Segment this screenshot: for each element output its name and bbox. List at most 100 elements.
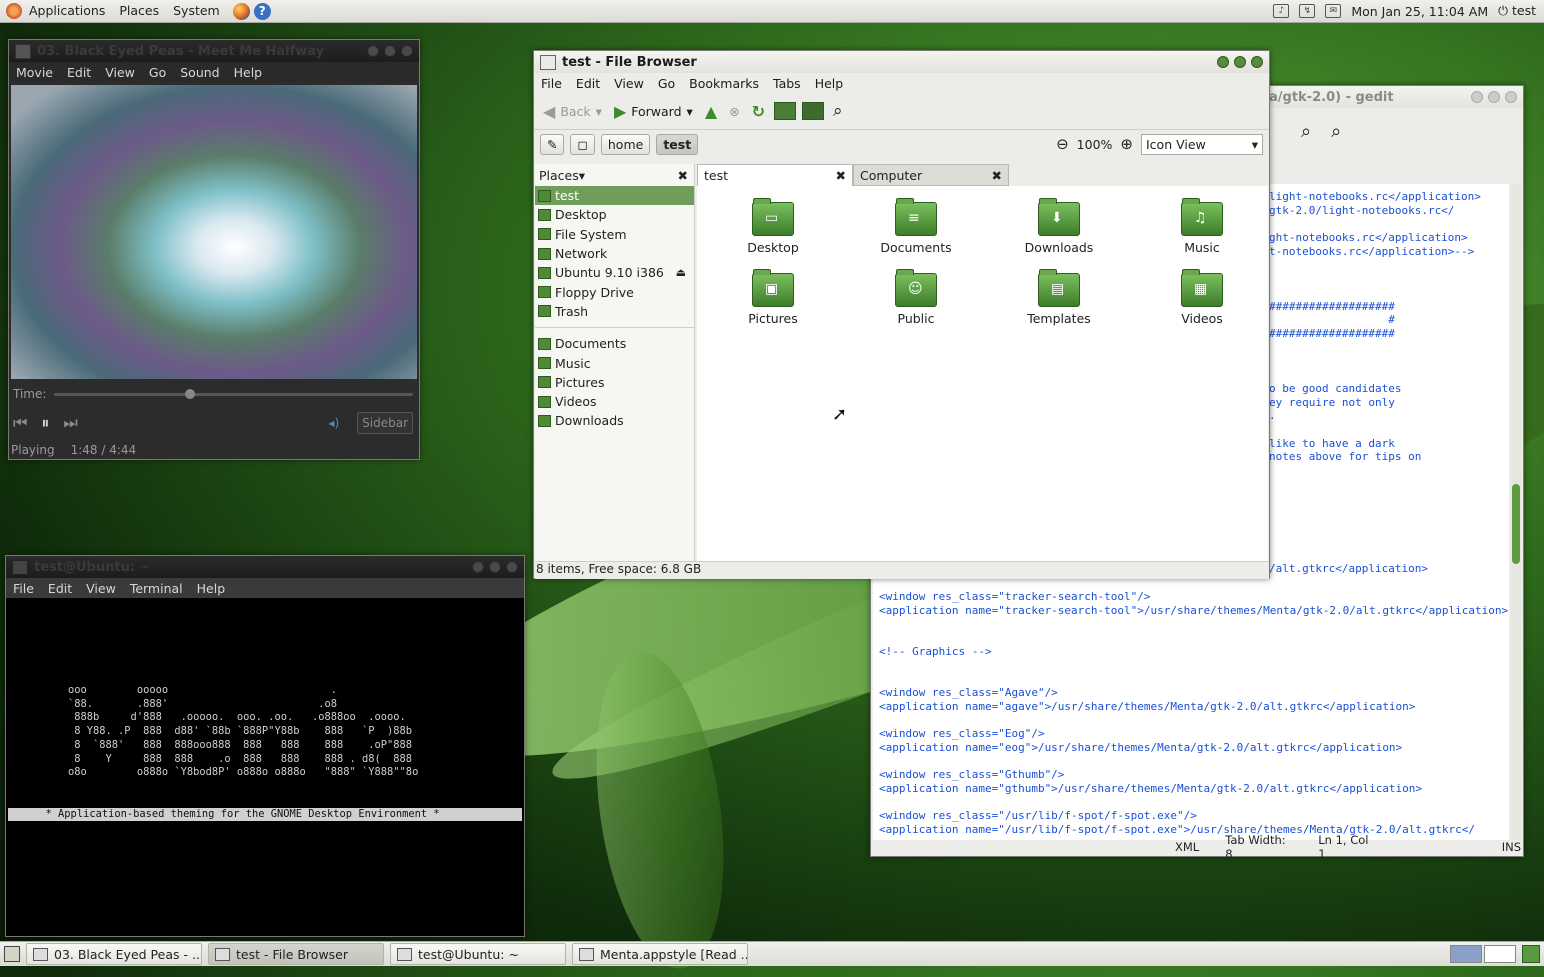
menu-help[interactable]: Help (227, 65, 270, 80)
minimize-button[interactable] (1217, 56, 1229, 68)
menu-bookmarks[interactable]: Bookmarks (682, 76, 766, 91)
language-selector[interactable]: XML (1175, 840, 1199, 854)
menu-movie[interactable]: Movie (9, 65, 60, 80)
crumb-test[interactable]: test (656, 133, 699, 155)
applications-menu[interactable]: Applications (22, 0, 112, 22)
places-header[interactable]: Places ▾ ✖ (535, 164, 694, 186)
sidebar-item-desktop[interactable]: Desktop (535, 205, 694, 224)
folder-item-public[interactable]: ☺ Public (866, 269, 966, 326)
folder-item-desktop[interactable]: ▭ Desktop (723, 198, 823, 255)
zoom-out-icon[interactable]: ⊖ (1056, 135, 1069, 153)
back-history-icon[interactable]: ▾ (596, 104, 602, 119)
view-mode-select[interactable]: Icon View ▾ (1141, 133, 1263, 155)
tab-width-selector[interactable]: Tab Width: 8 (1225, 833, 1292, 861)
taskbar-item[interactable]: Menta.appstyle [Read ... (572, 943, 748, 965)
menu-file[interactable]: File (6, 581, 41, 596)
icon-view[interactable]: ▭ Desktop ≡ Documents ⬇ Downloads ♫ Music ▣ Pictu… (697, 186, 1268, 561)
taskbar-item[interactable]: test@Ubuntu: ~ (390, 943, 566, 965)
menu-edit[interactable]: Edit (60, 65, 98, 80)
sidebar-item-downloads[interactable]: Downloads (535, 411, 694, 430)
workspace-1[interactable] (1450, 945, 1482, 963)
taskbar-item[interactable]: test - File Browser (208, 943, 384, 965)
menu-edit[interactable]: Edit (41, 581, 79, 596)
sidebar-button[interactable]: Sidebar (357, 412, 413, 434)
menu-view[interactable]: View (607, 76, 651, 91)
video-area[interactable] (11, 85, 417, 379)
menu-go[interactable]: Go (142, 65, 173, 80)
stop-icon[interactable]: ⊗ (726, 102, 742, 121)
find-replace-icon[interactable]: ⌕ (1331, 121, 1341, 142)
home-folder-icon[interactable] (774, 102, 797, 120)
clock[interactable]: Mon Jan 25, 11:04 AM (1351, 4, 1488, 19)
folder-item-downloads[interactable]: ⬇ Downloads (1009, 198, 1109, 255)
search-icon[interactable]: ⌕ (830, 99, 846, 123)
back-button[interactable]: ◀ Back ▾ (540, 100, 605, 123)
folder-item-videos[interactable]: ▦ Videos (1152, 269, 1252, 326)
minimize-button[interactable] (1471, 91, 1483, 103)
edit-location-icon[interactable]: ✎ (540, 133, 565, 155)
totem-titlebar[interactable]: 03. Black Eyed Peas - Meet Me Halfway (9, 40, 419, 62)
ubuntu-logo-icon[interactable] (6, 3, 22, 19)
sidebar-item-floppy-drive[interactable]: Floppy Drive (535, 282, 694, 301)
terminal-titlebar[interactable]: test@Ubuntu: ~ (6, 556, 524, 578)
forward-button[interactable]: ▶ Forward ▾ (611, 100, 696, 123)
minimize-button[interactable] (367, 45, 379, 57)
close-tab-icon[interactable]: ✖ (992, 168, 1002, 183)
zoom-in-icon[interactable]: ⊕ (1120, 135, 1133, 153)
volume-icon[interactable]: ♪ (1273, 4, 1290, 18)
sidebar-item-documents[interactable]: Documents (535, 334, 694, 353)
menu-tabs[interactable]: Tabs (766, 76, 808, 91)
find-icon[interactable]: ⌕ (1301, 121, 1311, 142)
sidebar-item-ubuntu-9-10-i386[interactable]: Ubuntu 9.10 i386 ⏏ (535, 263, 694, 282)
maximize-button[interactable] (489, 561, 501, 573)
firefox-launcher-icon[interactable] (232, 2, 250, 20)
mail-icon[interactable]: ✉ (1325, 4, 1342, 18)
computer-icon[interactable] (802, 102, 825, 120)
trash-icon[interactable] (1522, 945, 1540, 963)
help-launcher-icon[interactable]: ? (253, 2, 271, 20)
pause-icon[interactable]: ⏸ (41, 413, 49, 433)
menu-terminal[interactable]: Terminal (123, 581, 190, 596)
editor-scrollbar[interactable] (1511, 184, 1521, 840)
taskbar-item[interactable]: 03. Black Eyed Peas - ... (26, 943, 202, 965)
show-desktop-icon[interactable] (4, 946, 20, 962)
maximize-button[interactable] (1488, 91, 1500, 103)
eject-icon[interactable]: ⏏ (676, 266, 686, 279)
sidebar-item-test[interactable]: test (535, 186, 694, 206)
minimize-button[interactable] (472, 561, 484, 573)
menu-help[interactable]: Help (190, 581, 233, 596)
menu-help[interactable]: Help (808, 76, 851, 91)
folder-item-music[interactable]: ♫ Music (1152, 198, 1252, 255)
workspace-2[interactable] (1484, 945, 1516, 963)
seek-slider[interactable] (54, 388, 413, 399)
close-button[interactable] (1251, 56, 1263, 68)
folder-item-documents[interactable]: ≡ Documents (866, 198, 966, 255)
file-browser-titlebar[interactable]: test - File Browser (534, 51, 1269, 73)
user-switcher[interactable]: ⏻ test (1498, 3, 1536, 19)
folder-item-pictures[interactable]: ▣ Pictures (723, 269, 823, 326)
places-menu[interactable]: Places (112, 0, 166, 22)
sidebar-item-file-system[interactable]: File System (535, 225, 694, 244)
menu-file[interactable]: File (534, 76, 569, 91)
scroll-thumb[interactable] (1512, 484, 1520, 564)
network-icon[interactable]: ↯ (1299, 4, 1316, 18)
close-tab-icon[interactable]: ✖ (836, 168, 846, 183)
system-menu[interactable]: System (166, 0, 227, 22)
sidebar-item-network[interactable]: Network (535, 244, 694, 263)
menu-go[interactable]: Go (651, 76, 682, 91)
sidebar-item-trash[interactable]: Trash (535, 302, 694, 321)
crumb-home[interactable]: home (600, 133, 651, 155)
sidebar-item-music[interactable]: Music (535, 353, 694, 372)
menu-sound[interactable]: Sound (173, 65, 226, 80)
menu-view[interactable]: View (98, 65, 142, 80)
terminal-output[interactable]: ooo ooooo . `88. .888' .o8 888b d'888 .o… (8, 600, 522, 934)
seek-knob[interactable] (184, 388, 195, 399)
previous-icon[interactable]: ⏮ (13, 413, 27, 433)
scroll-left-icon[interactable]: ◻ (570, 133, 595, 155)
maximize-button[interactable] (1234, 56, 1246, 68)
up-icon[interactable]: ▲ (702, 100, 720, 123)
sidebar-item-pictures[interactable]: Pictures (535, 373, 694, 392)
menu-edit[interactable]: Edit (569, 76, 607, 91)
forward-history-icon[interactable]: ▾ (687, 104, 693, 119)
menu-view[interactable]: View (79, 581, 123, 596)
